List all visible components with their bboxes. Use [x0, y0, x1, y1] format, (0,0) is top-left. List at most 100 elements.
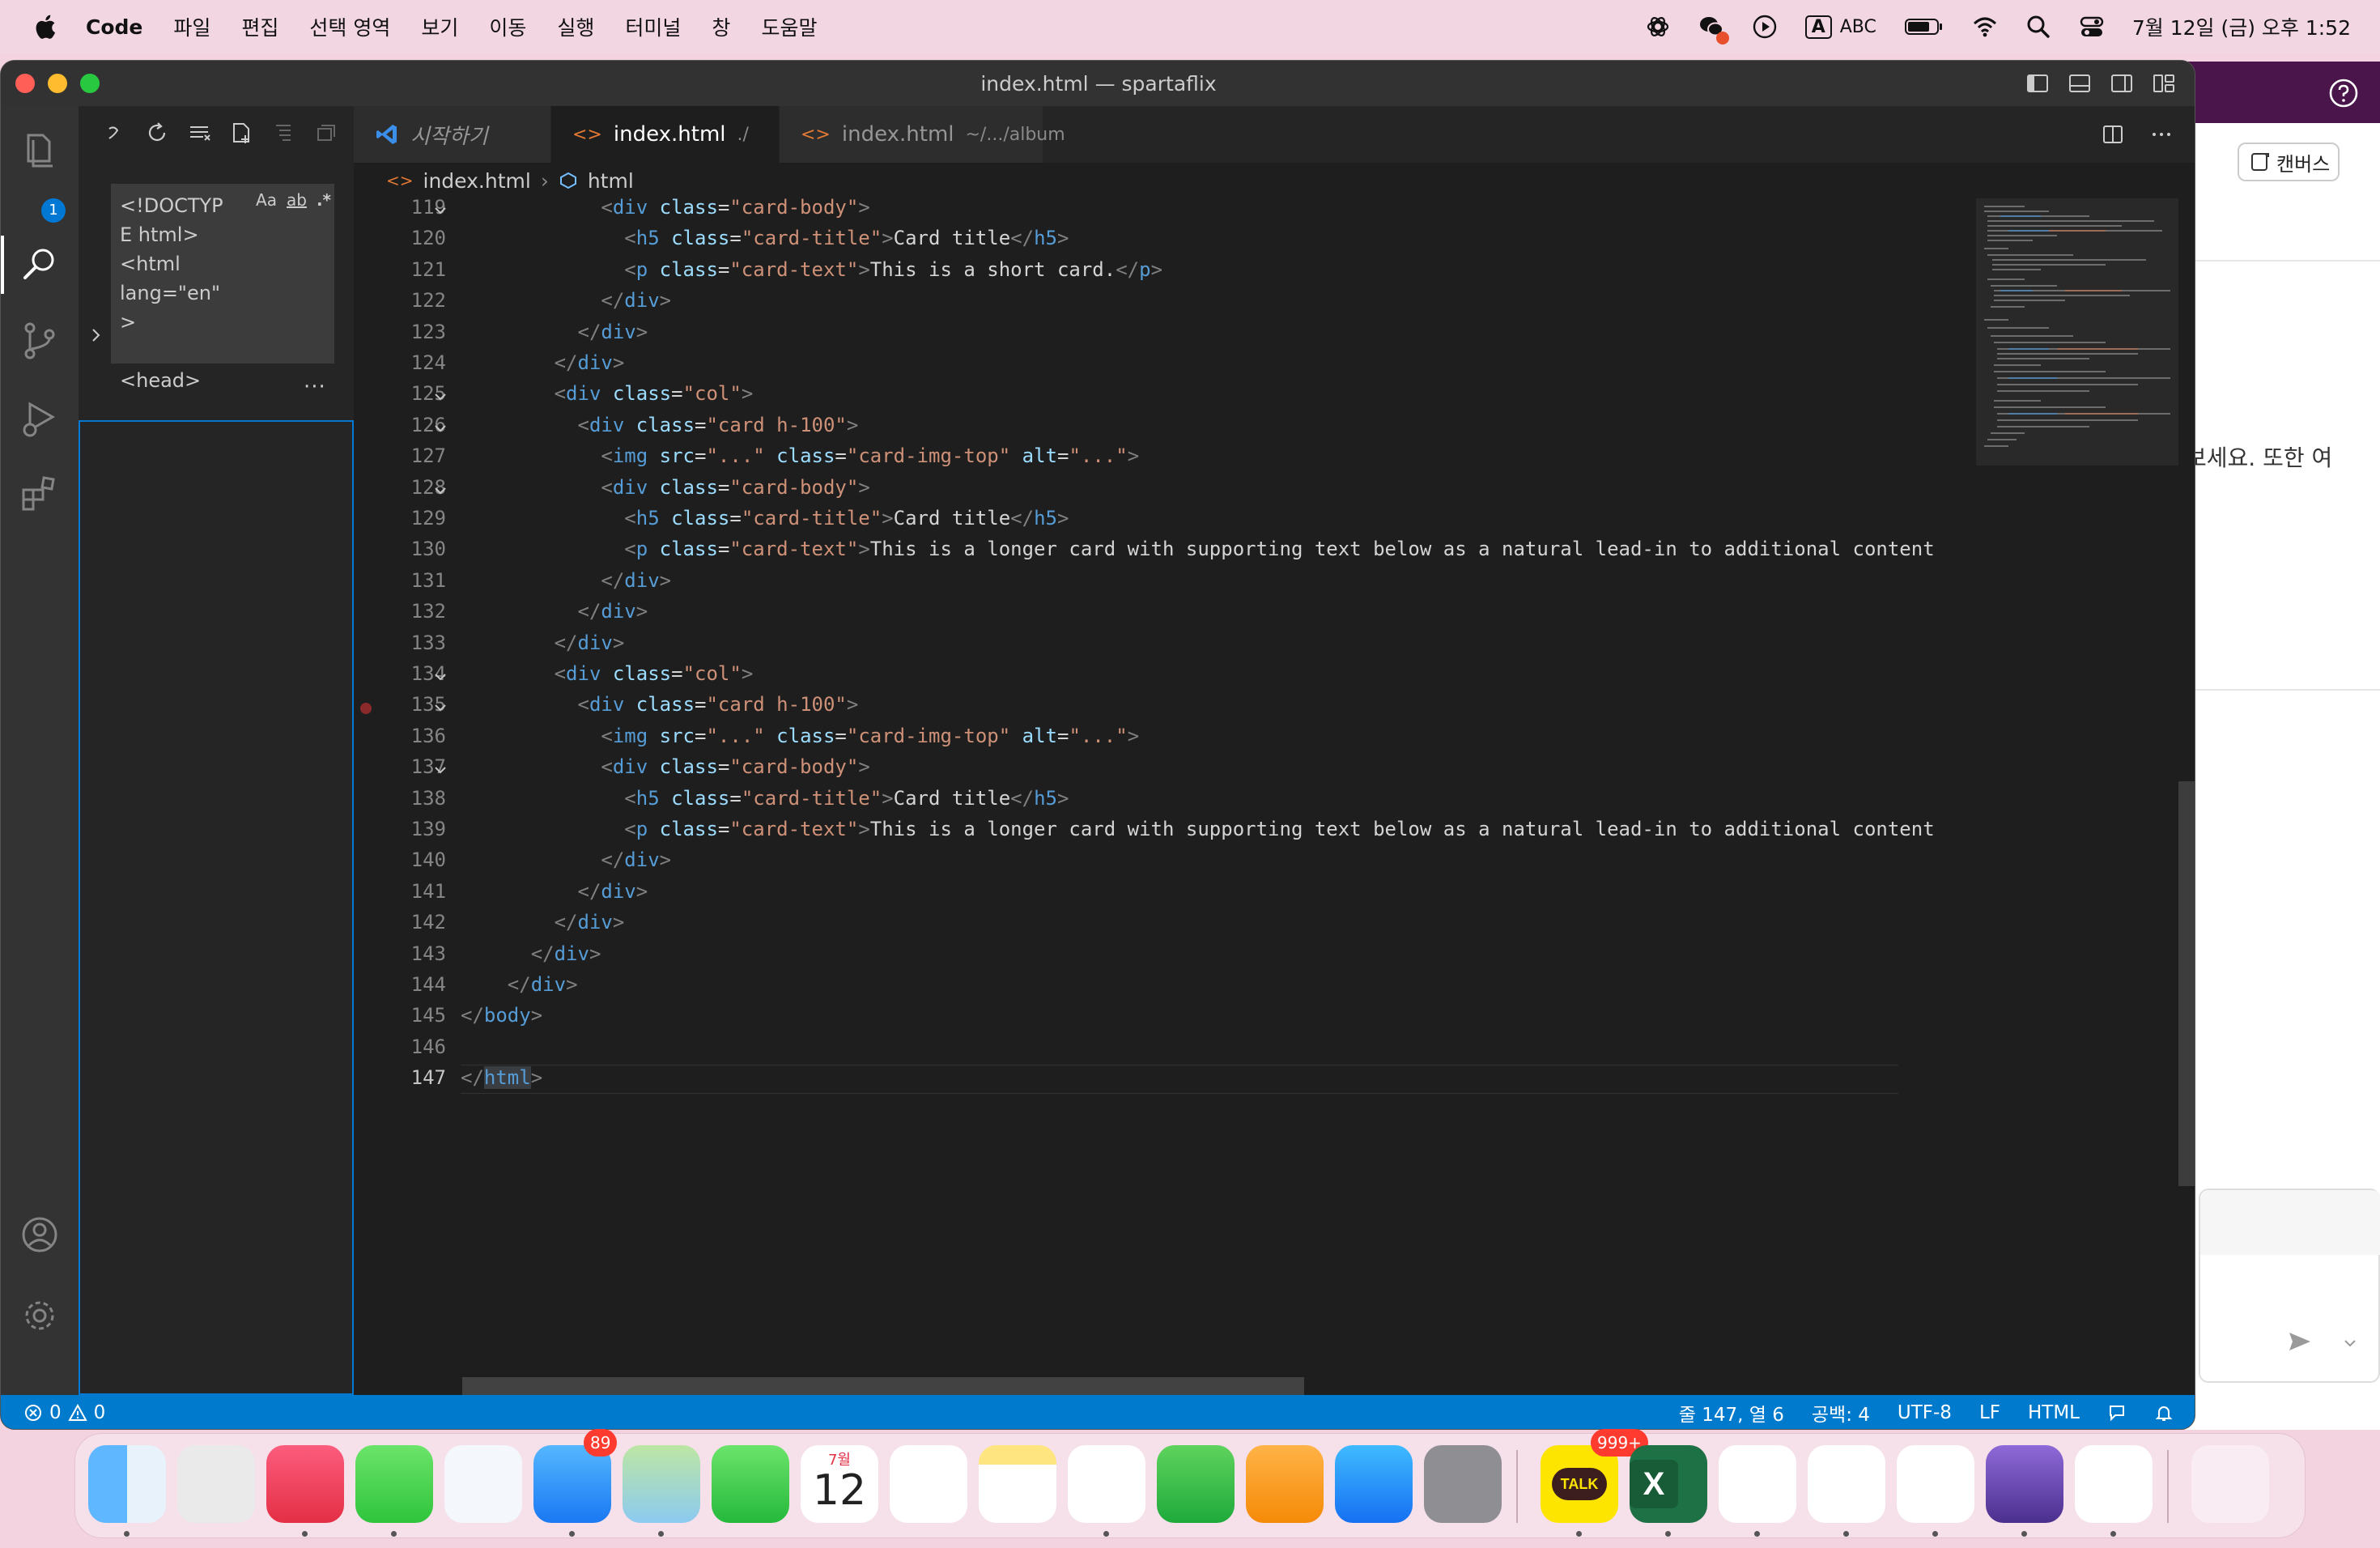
tab-index-html-active[interactable]: <> index.html ./	[551, 106, 780, 163]
search-icon[interactable]	[19, 244, 61, 286]
encoding[interactable]: UTF-8	[1898, 1402, 1952, 1423]
customize-layout-icon[interactable]	[2151, 70, 2177, 96]
fold-chevron-icon[interactable]	[433, 203, 448, 218]
run-debug-icon[interactable]	[19, 398, 61, 440]
dock-pages-icon[interactable]	[1246, 1445, 1324, 1523]
language-mode[interactable]: HTML	[2028, 1402, 2080, 1423]
settings-icon[interactable]	[19, 1295, 61, 1337]
wechat-status[interactable]	[1698, 14, 1729, 45]
fold-chevron-icon[interactable]	[433, 483, 448, 498]
indentation[interactable]: 공백: 4	[1812, 1399, 1870, 1427]
dock-system-settings-icon[interactable]	[1424, 1445, 1502, 1523]
feedback-icon[interactable]	[2107, 1403, 2127, 1423]
fold-chevron-icon[interactable]	[433, 763, 448, 777]
menubar-clock[interactable]: 7월 12일 (금) 오후 1:52	[2132, 12, 2351, 41]
dock-chrome-icon[interactable]	[1808, 1445, 1885, 1523]
menu-help[interactable]: 도움말	[761, 12, 817, 41]
dock-freeform-icon[interactable]	[1068, 1445, 1145, 1523]
menu-run[interactable]: 실행	[557, 12, 594, 41]
problems-indicator[interactable]: 0 0	[23, 1402, 105, 1423]
minimap[interactable]	[1976, 198, 2178, 1395]
menu-app-name[interactable]: Code	[86, 15, 142, 39]
dock-maps-icon[interactable]	[623, 1445, 700, 1523]
toggle-primary-sidebar-icon[interactable]	[2025, 70, 2051, 96]
spotlight-icon[interactable]	[2025, 14, 2051, 40]
toggle-replace-icon[interactable]	[103, 121, 127, 145]
close-window-button[interactable]	[15, 74, 35, 93]
refresh-icon[interactable]	[145, 121, 169, 145]
vertical-scrollbar[interactable]	[2178, 198, 2195, 1395]
menu-terminal[interactable]: 터미널	[625, 12, 681, 41]
minimap-slider[interactable]	[1976, 198, 2178, 466]
end-of-line[interactable]: LF	[1979, 1402, 2000, 1423]
dock-reminders-icon[interactable]	[890, 1445, 967, 1523]
toggle-panel-icon[interactable]	[2067, 70, 2093, 96]
menu-go[interactable]: 이동	[489, 12, 526, 41]
dock-messages-icon[interactable]	[355, 1445, 433, 1523]
menu-edit[interactable]: 편집	[241, 12, 278, 41]
search-input[interactable]: <!DOCTYP E html> <html lang="en" > <head…	[111, 184, 334, 392]
fold-chevron-icon[interactable]	[433, 421, 448, 436]
dock-music-icon[interactable]	[266, 1445, 344, 1523]
dock-chatgpt-icon[interactable]	[1719, 1445, 1796, 1523]
dock-calendar-icon[interactable]: 7월 12	[801, 1445, 878, 1523]
use-regex-toggle[interactable]: .*	[317, 190, 331, 210]
toggle-secondary-sidebar-icon[interactable]	[2109, 70, 2135, 96]
canvas-button[interactable]: 캔버스	[2238, 142, 2340, 181]
menu-selection[interactable]: 선택 영역	[309, 12, 390, 41]
apple-menu-icon[interactable]	[32, 13, 57, 40]
view-as-tree-icon[interactable]	[271, 121, 295, 145]
source-control-icon[interactable]	[19, 320, 61, 362]
battery-icon[interactable]	[1904, 14, 1944, 40]
dock-facetime-icon[interactable]	[712, 1445, 789, 1523]
zoom-window-button[interactable]	[80, 74, 100, 93]
menu-file[interactable]: 파일	[173, 12, 210, 41]
chatgpt-icon[interactable]	[1645, 14, 1671, 40]
send-icon[interactable]	[2286, 1328, 2314, 1355]
match-case-toggle[interactable]: Aa	[256, 190, 277, 210]
message-composer[interactable]	[2199, 1189, 2380, 1383]
breadcrumb-symbol[interactable]: html	[588, 169, 634, 193]
search-results[interactable]	[79, 420, 354, 1395]
dock-notes-icon[interactable]	[979, 1445, 1056, 1523]
dock-app-store-icon[interactable]	[1335, 1445, 1413, 1523]
collapse-all-icon[interactable]	[313, 121, 338, 145]
chevron-right-icon[interactable]	[87, 326, 104, 344]
explorer-icon[interactable]	[19, 129, 61, 171]
dock-slack-icon[interactable]	[1897, 1445, 1974, 1523]
dock-finder-icon[interactable]	[88, 1445, 166, 1523]
play-icon[interactable]	[1752, 14, 1778, 40]
menu-window[interactable]: 창	[712, 12, 730, 41]
wifi-icon[interactable]	[1972, 14, 1998, 40]
new-search-editor-icon[interactable]	[229, 121, 253, 145]
dock-kakaotalk-icon[interactable]: TALK	[1541, 1445, 1618, 1523]
toggle-search-details[interactable]: ···	[304, 375, 326, 399]
control-center-icon[interactable]	[2079, 14, 2105, 40]
split-editor-icon[interactable]	[2101, 122, 2125, 147]
dock-mail-icon[interactable]	[533, 1445, 611, 1523]
tab-index-html-album[interactable]: <> index.html ~/.../album	[780, 106, 1065, 163]
breadcrumb-file[interactable]: index.html	[423, 169, 531, 193]
help-icon[interactable]	[2328, 78, 2359, 108]
vertical-scroll-thumb[interactable]	[2178, 781, 2195, 1186]
dock-obsidian-icon[interactable]	[1986, 1445, 2063, 1523]
dock-trash-icon[interactable]	[2191, 1445, 2269, 1523]
match-whole-word-toggle[interactable]: ab	[287, 190, 307, 210]
dock-launchpad-icon[interactable]	[177, 1445, 255, 1523]
menu-view[interactable]: 보기	[421, 12, 458, 41]
extensions-icon[interactable]	[19, 474, 61, 516]
input-source[interactable]: A ABC	[1804, 15, 1876, 39]
notifications-bell-icon[interactable]	[2154, 1403, 2174, 1423]
fold-chevron-icon[interactable]	[433, 389, 448, 404]
dock-excel-icon[interactable]: X	[1630, 1445, 1707, 1523]
minimize-window-button[interactable]	[48, 74, 67, 93]
clear-results-icon[interactable]	[187, 121, 211, 145]
more-actions-icon[interactable]	[2149, 122, 2174, 147]
cursor-position[interactable]: 줄 147, 열 6	[1679, 1399, 1784, 1427]
chevron-down-icon[interactable]	[2341, 1334, 2359, 1352]
dock-safari-icon[interactable]	[444, 1445, 522, 1523]
dock-numbers-icon[interactable]	[1157, 1445, 1235, 1523]
horizontal-scroll-thumb[interactable]	[462, 1377, 1304, 1395]
fold-chevron-icon[interactable]	[433, 700, 448, 715]
fold-chevron-icon[interactable]	[433, 670, 448, 684]
